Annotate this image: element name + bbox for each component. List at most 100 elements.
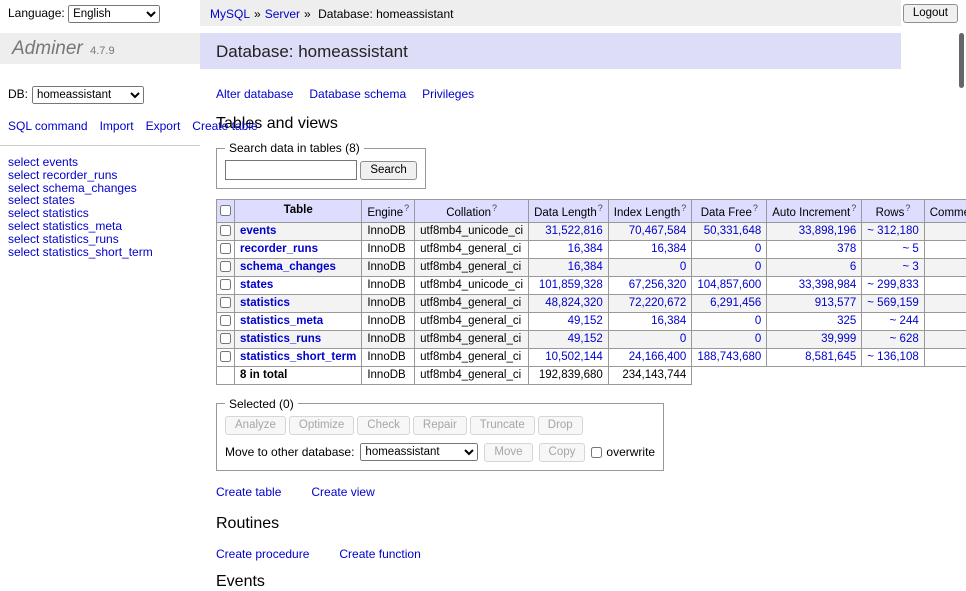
data-length-link[interactable]: 49,152: [568, 333, 603, 345]
routine-create-link[interactable]: Create procedure: [216, 547, 309, 561]
table-name-link[interactable]: statistics_runs: [240, 333, 321, 345]
index-length-link[interactable]: 16,384: [651, 243, 686, 255]
routine-create-link[interactable]: Create function: [339, 547, 420, 561]
move-button[interactable]: Move: [484, 443, 532, 462]
auto-increment-link[interactable]: 6: [850, 261, 856, 273]
data-length-link[interactable]: 101,859,328: [539, 279, 603, 291]
help-link[interactable]: ?: [492, 203, 497, 213]
data-length-link[interactable]: 49,152: [568, 315, 603, 327]
index-length-link[interactable]: 0: [680, 333, 686, 345]
bulk-action-button[interactable]: Truncate: [470, 416, 535, 435]
sidebar-action-link[interactable]: Export: [146, 119, 181, 133]
db-action-link[interactable]: Privileges: [422, 87, 474, 101]
data-length-link[interactable]: 16,384: [568, 261, 603, 273]
move-db-select[interactable]: homeassistant: [360, 443, 478, 461]
copy-button[interactable]: Copy: [539, 443, 586, 462]
bulk-action-button[interactable]: Repair: [413, 416, 467, 435]
move-row: Move to other database: homeassistant Mo…: [225, 443, 655, 462]
auto-increment-link[interactable]: 325: [837, 315, 856, 327]
language-select[interactable]: English: [68, 5, 160, 23]
data-length-link[interactable]: 31,522,816: [545, 225, 603, 237]
help-link[interactable]: ?: [404, 203, 409, 213]
sidebar-table-link[interactable]: select statistics_short_term: [8, 245, 153, 259]
data-free-link[interactable]: 0: [755, 333, 761, 345]
sidebar-action-link[interactable]: SQL command: [8, 119, 88, 133]
data-length-link[interactable]: 48,824,320: [545, 297, 603, 309]
help-link[interactable]: ?: [905, 203, 910, 213]
collation-cell: utf8mb4_unicode_ci: [415, 276, 529, 294]
row-select-checkbox[interactable]: [220, 297, 231, 308]
auto-increment-link[interactable]: 913,577: [815, 297, 857, 309]
search-button[interactable]: Search: [360, 161, 416, 180]
data-length-link[interactable]: 10,502,144: [545, 351, 603, 363]
rows-count-link[interactable]: ~ 244: [890, 315, 919, 327]
help-link[interactable]: ?: [851, 203, 856, 213]
scrollbar-thumb[interactable]: [959, 33, 964, 88]
auto-increment-link[interactable]: 8,581,645: [805, 351, 856, 363]
data-free-link[interactable]: 104,857,600: [697, 279, 761, 291]
sidebar-action-link[interactable]: Import: [100, 119, 134, 133]
db-action-link[interactable]: Alter database: [216, 87, 293, 101]
row-select-checkbox[interactable]: [220, 243, 231, 254]
table-name-link[interactable]: statistics: [240, 297, 290, 309]
data-free-link[interactable]: 0: [755, 243, 761, 255]
index-length-link[interactable]: 70,467,584: [629, 225, 687, 237]
auto-increment-link[interactable]: 39,999: [821, 333, 856, 345]
auto-increment-link[interactable]: 33,898,196: [799, 225, 857, 237]
create-link[interactable]: Create view: [311, 485, 374, 499]
help-link[interactable]: ?: [753, 203, 758, 213]
table-name-link[interactable]: recorder_runs: [240, 243, 318, 255]
help-link[interactable]: ?: [598, 203, 603, 213]
row-select-checkbox[interactable]: [220, 279, 231, 290]
table-name-link[interactable]: statistics_meta: [240, 315, 323, 327]
row-select-checkbox[interactable]: [220, 351, 231, 362]
logout-button[interactable]: Logout: [903, 4, 958, 23]
row-select-checkbox[interactable]: [220, 333, 231, 344]
rows-count-link[interactable]: ~ 628: [890, 333, 919, 345]
comment-cell: [924, 312, 966, 330]
auto-increment-link[interactable]: 378: [837, 243, 856, 255]
db-select[interactable]: homeassistant: [32, 86, 144, 104]
row-select-checkbox[interactable]: [220, 225, 231, 236]
sidebar-action-link[interactable]: Create table: [192, 119, 257, 133]
index-length-link[interactable]: 67,256,320: [629, 279, 687, 291]
search-input[interactable]: [225, 160, 357, 180]
data-free-link[interactable]: 6,291,456: [710, 297, 761, 309]
help-link[interactable]: ?: [681, 203, 686, 213]
data-free-link[interactable]: 50,331,648: [704, 225, 762, 237]
auto-increment-link[interactable]: 33,398,984: [799, 279, 857, 291]
data-free-link[interactable]: 188,743,680: [697, 351, 761, 363]
rows-count-link[interactable]: ~ 312,180: [867, 225, 918, 237]
rows-count-link[interactable]: ~ 5: [902, 243, 918, 255]
data-length-link[interactable]: 16,384: [568, 243, 603, 255]
breadcrumb-link[interactable]: Server: [265, 7, 300, 21]
data-free-link[interactable]: 0: [755, 261, 761, 273]
row-select-checkbox[interactable]: [220, 315, 231, 326]
db-action-link[interactable]: Database schema: [309, 87, 406, 101]
rows-count-link[interactable]: ~ 3: [902, 261, 918, 273]
index-length-link[interactable]: 0: [680, 261, 686, 273]
index-length-link[interactable]: 72,220,672: [629, 297, 687, 309]
index-length-link[interactable]: 16,384: [651, 315, 686, 327]
breadcrumb-link[interactable]: MySQL: [210, 7, 250, 21]
rows-count-link[interactable]: ~ 299,833: [867, 279, 918, 291]
bulk-action-button[interactable]: Analyze: [225, 416, 286, 435]
events-heading: Events: [216, 573, 966, 591]
table-name-link[interactable]: schema_changes: [240, 261, 336, 273]
bulk-action-button[interactable]: Optimize: [289, 416, 354, 435]
bulk-action-button[interactable]: Drop: [538, 416, 583, 435]
table-name-link[interactable]: statistics_short_term: [240, 351, 356, 363]
bulk-action-button[interactable]: Check: [357, 416, 410, 435]
table-name-link[interactable]: events: [240, 225, 276, 237]
select-all-checkbox[interactable]: [220, 205, 231, 216]
rows-count-link[interactable]: ~ 569,159: [867, 297, 918, 309]
row-select-checkbox[interactable]: [220, 261, 231, 272]
create-link[interactable]: Create table: [216, 485, 281, 499]
rows-count-link[interactable]: ~ 136,108: [867, 351, 918, 363]
overwrite-checkbox[interactable]: [591, 447, 602, 458]
data-free-link[interactable]: 0: [755, 315, 761, 327]
table-name-link[interactable]: states: [240, 279, 273, 291]
adminer-logo[interactable]: Adminer: [12, 38, 83, 59]
table-row: statistics_runs InnoDB utf8mb4_general_c…: [217, 330, 966, 348]
index-length-link[interactable]: 24,166,400: [629, 351, 687, 363]
